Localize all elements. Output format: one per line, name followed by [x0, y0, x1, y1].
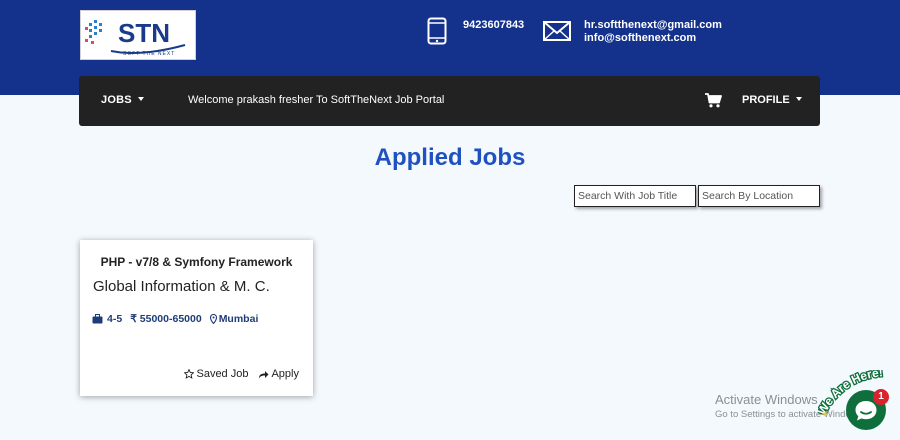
main-navbar: JOBS Welcome prakash fresher To SoftTheN… — [79, 76, 820, 126]
profile-menu-dropdown[interactable]: PROFILE — [742, 94, 802, 106]
apply-button[interactable]: Apply — [258, 368, 299, 380]
caret-down-icon — [137, 97, 144, 102]
map-marker-icon — [209, 314, 217, 324]
experience-value: 4-5 — [107, 313, 123, 325]
envelope-icon — [543, 21, 571, 46]
contact-email-info: info@softhenext.com — [584, 32, 697, 44]
job-meta: 4-5 ₹ 55000-65000 Mumbai — [92, 313, 258, 325]
contact-emails: hr.softthenext@gmail.com info@softhenext… — [584, 19, 722, 45]
svg-text:SOFT THE NEXT: SOFT THE NEXT — [123, 51, 175, 57]
search-location-input[interactable] — [698, 185, 820, 207]
profile-menu-label: PROFILE — [742, 94, 790, 106]
apply-label: Apply — [271, 368, 299, 380]
company-name: Global Information & M. C. — [93, 278, 270, 295]
site-logo[interactable]: STN SOFT THE NEXT — [80, 10, 196, 60]
share-arrow-icon — [259, 370, 269, 378]
contact-email-hr: hr.softthenext@gmail.com — [584, 19, 722, 31]
chat-unread-badge: 1 — [873, 389, 889, 405]
saved-job-button[interactable]: Saved Job — [184, 368, 248, 380]
card-actions: Saved Job Apply — [184, 368, 299, 380]
location: Mumbai — [209, 313, 259, 325]
experience: 4-5 — [92, 313, 122, 325]
welcome-message: Welcome prakash fresher To SoftTheNext J… — [188, 94, 445, 106]
caret-down-icon — [795, 97, 802, 102]
svg-text:STN: STN — [118, 18, 170, 48]
salary-value: ₹ 55000-65000 — [130, 313, 202, 325]
shopping-cart-icon[interactable] — [705, 93, 722, 113]
jobs-menu-dropdown[interactable]: JOBS — [101, 94, 144, 106]
search-job-title-input[interactable] — [574, 185, 696, 207]
location-value: Mumbai — [218, 313, 259, 325]
job-title: PHP - v7/8 & Symfony Framework — [100, 255, 293, 269]
page-title: Applied Jobs — [374, 144, 526, 171]
briefcase-icon — [92, 314, 103, 324]
mobile-phone-icon — [427, 17, 447, 50]
saved-job-label: Saved Job — [196, 368, 249, 380]
jobs-menu-label: JOBS — [101, 94, 132, 106]
star-outline-icon — [184, 369, 195, 379]
contact-phone-number: 9423607843 — [463, 19, 525, 31]
job-card[interactable]: PHP - v7/8 & Symfony Framework Global In… — [80, 240, 313, 396]
